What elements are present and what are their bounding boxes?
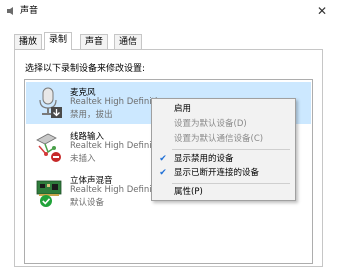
down-arrow-badge — [51, 107, 62, 118]
tab-communications[interactable]: 通信 — [114, 34, 143, 49]
menu-item-show-disabled-devices[interactable]: ✔ 显示禁用的设备 — [152, 153, 295, 166]
device-driver: Realtek High Definitio — [70, 141, 163, 151]
red-dot-badge — [51, 152, 61, 162]
check-icon: ✔ — [159, 154, 167, 164]
device-driver: Realtek High Definitio — [70, 185, 163, 195]
title-bar[interactable]: 声音 ✕ — [0, 0, 337, 22]
menu-item-enable[interactable]: 启用 — [152, 103, 295, 116]
green-check-badge — [40, 195, 52, 207]
context-menu: 启用 设置为默认设备(D) 设置为默认通信设备(C) ✔ 显示禁用的设备 ✔ 显… — [151, 98, 296, 201]
tab-sounds[interactable]: 声音 — [80, 34, 109, 49]
menu-separator — [172, 149, 290, 150]
tab-strip: 播放 录制 声音 通信 — [14, 32, 329, 50]
sound-card-icon — [34, 174, 64, 208]
close-button[interactable]: ✕ — [311, 2, 333, 20]
tab-playback[interactable]: 播放 — [14, 34, 43, 49]
menu-item-set-default-communication-device[interactable]: 设置为默认通信设备(C) — [152, 133, 295, 146]
tab-recording[interactable]: 录制 — [44, 32, 73, 50]
menu-item-properties[interactable]: 属性(P) — [152, 186, 295, 199]
microphone-icon — [34, 86, 64, 120]
device-status: 默认设备 — [70, 198, 105, 208]
device-status: 禁用，拔出 — [70, 110, 113, 120]
menu-item-set-default-device[interactable]: 设置为默认设备(D) — [152, 118, 295, 131]
device-driver: Realtek High Definitio — [70, 97, 163, 107]
check-icon: ✔ — [159, 168, 167, 178]
menu-item-show-disconnected-devices[interactable]: ✔ 显示已断开连接的设备 — [152, 167, 295, 180]
window-title: 声音 — [20, 6, 39, 16]
instruction-text: 选择以下录制设备来修改设置: — [25, 64, 146, 74]
device-status: 未插入 — [70, 154, 96, 164]
line-in-icon — [34, 130, 64, 164]
sound-dialog: 声音 ✕ 播放 录制 声音 通信 选择以下录制设备来修改设置: 麦克风 Real… — [0, 0, 337, 269]
speaker-icon — [6, 6, 16, 16]
menu-separator — [172, 183, 290, 184]
